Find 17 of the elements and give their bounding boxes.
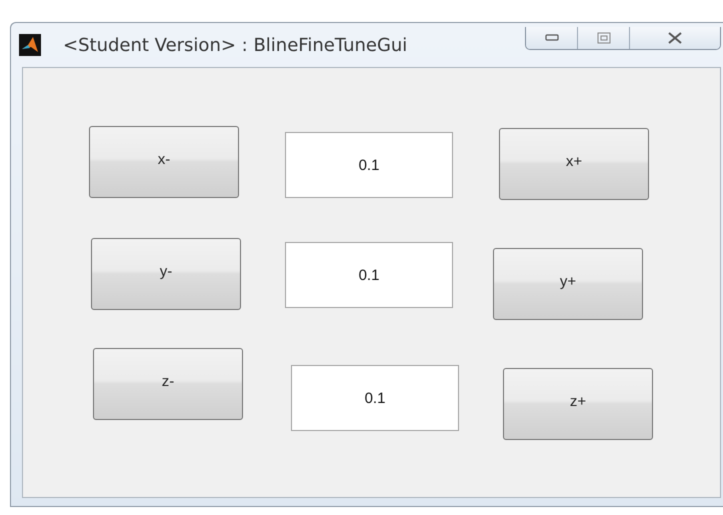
value-field[interactable]: 0.1	[291, 365, 459, 431]
decrement-button[interactable]: z-	[93, 348, 243, 420]
maximize-icon	[596, 32, 610, 44]
increment-button[interactable]: z+	[503, 368, 653, 440]
value-field[interactable]: 0.1	[285, 132, 453, 198]
value-field[interactable]: 0.1	[285, 242, 453, 308]
minimize-button[interactable]	[526, 27, 578, 49]
close-button[interactable]	[630, 27, 720, 49]
decrement-button[interactable]: y-	[91, 238, 241, 310]
increment-button[interactable]: x+	[499, 128, 649, 200]
close-icon	[667, 32, 683, 44]
window-title: <Student Version> : BlineFineTuneGui	[63, 34, 408, 56]
app-logo-icon	[19, 34, 41, 56]
maximize-button[interactable]	[578, 27, 630, 49]
minimize-icon	[544, 34, 558, 42]
decrement-button[interactable]: x-	[89, 126, 239, 198]
increment-button[interactable]: y+	[493, 248, 643, 320]
